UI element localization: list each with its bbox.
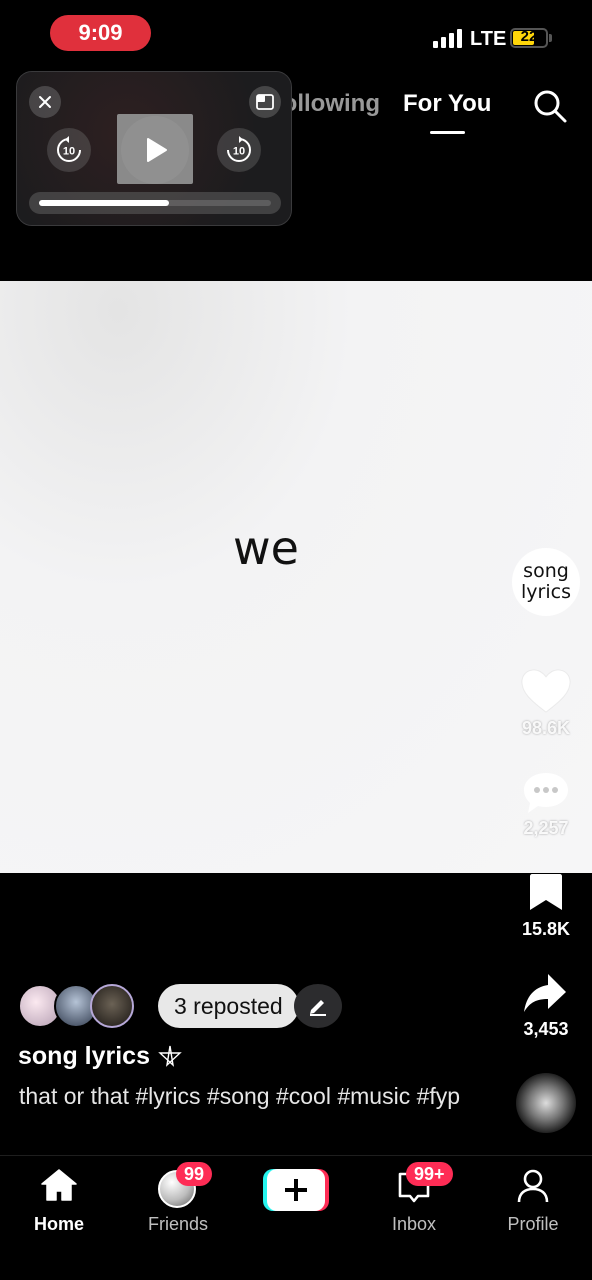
- pip-expand-button[interactable]: [249, 86, 281, 118]
- active-tab-indicator: [430, 131, 465, 134]
- lyric-text: we: [233, 521, 299, 575]
- repost-row[interactable]: 3 reposted: [18, 984, 348, 1028]
- like-button[interactable]: [520, 668, 572, 719]
- pencil-icon: [310, 1000, 326, 1016]
- skip-forward-10-icon: 10: [227, 136, 251, 162]
- network-type: LTE: [470, 28, 507, 50]
- inbox-badge: 99+: [406, 1162, 453, 1186]
- nav-friends-label: Friends: [147, 1214, 209, 1234]
- search-icon: [534, 90, 567, 123]
- bookmark-icon: [530, 874, 562, 910]
- pip-skip-back-button[interactable]: 10: [47, 128, 91, 172]
- search-button[interactable]: [532, 88, 568, 124]
- profile-icon: [517, 1169, 549, 1203]
- status-time: 9:09: [50, 15, 151, 51]
- tab-for-you[interactable]: For You: [403, 90, 491, 118]
- skip-back-label: 10: [63, 146, 75, 158]
- share-count: 3,453: [523, 1019, 569, 1039]
- pentagram-icon: [158, 1044, 182, 1074]
- status-bar: 9:09 LTE 22: [0, 0, 592, 70]
- play-icon: [147, 138, 167, 162]
- nav-home-label: Home: [33, 1214, 84, 1234]
- edit-repost-button[interactable]: [294, 984, 342, 1028]
- save-count: 15.8K: [521, 919, 571, 939]
- share-button[interactable]: [522, 972, 568, 1019]
- nav-inbox-label: Inbox: [391, 1214, 437, 1234]
- pip-skip-forward-button[interactable]: 10: [217, 128, 261, 172]
- plus-icon: [285, 1179, 307, 1201]
- reposter-avatar: [90, 984, 134, 1028]
- pip-close-button[interactable]: [29, 86, 61, 118]
- save-button[interactable]: [528, 872, 564, 917]
- friends-badge: 99: [176, 1162, 213, 1186]
- comment-count: 2,257: [523, 818, 569, 838]
- skip-forward-label: 10: [233, 146, 245, 158]
- pip-progress-fill: [39, 200, 169, 206]
- pip-play-button[interactable]: [121, 116, 189, 184]
- creator-avatar[interactable]: song lyrics: [512, 548, 580, 616]
- heart-icon: [521, 669, 571, 713]
- pip-progress-bar[interactable]: [29, 192, 281, 214]
- video-frame[interactable]: we: [0, 281, 592, 873]
- battery-nub: [549, 34, 552, 42]
- reposted-pill[interactable]: 3 reposted: [158, 984, 299, 1028]
- author-name[interactable]: song lyrics: [18, 1042, 150, 1071]
- pip-restore-icon: [256, 94, 274, 110]
- home-icon: [41, 1169, 77, 1201]
- close-icon: [39, 96, 51, 108]
- create-button[interactable]: [263, 1169, 329, 1211]
- bottom-nav: Home 99 Friends 99+ Inbox Profile: [0, 1155, 592, 1280]
- like-count: 98.6K: [521, 718, 571, 738]
- pip-player[interactable]: 10 10: [16, 71, 292, 226]
- cellular-signal-icon: [433, 28, 465, 48]
- nav-profile-label: Profile: [507, 1214, 559, 1234]
- skip-back-10-icon: 10: [57, 136, 81, 162]
- comment-icon: [524, 773, 568, 813]
- tab-following[interactable]: Following: [280, 90, 380, 118]
- battery-icon: 22: [510, 28, 548, 48]
- share-arrow-icon: [524, 974, 566, 1012]
- video-caption[interactable]: that or that #lyrics #song #cool #music …: [19, 1083, 489, 1110]
- music-disc[interactable]: [516, 1073, 576, 1133]
- comment-button[interactable]: [520, 770, 572, 821]
- battery-level: 22: [520, 28, 538, 45]
